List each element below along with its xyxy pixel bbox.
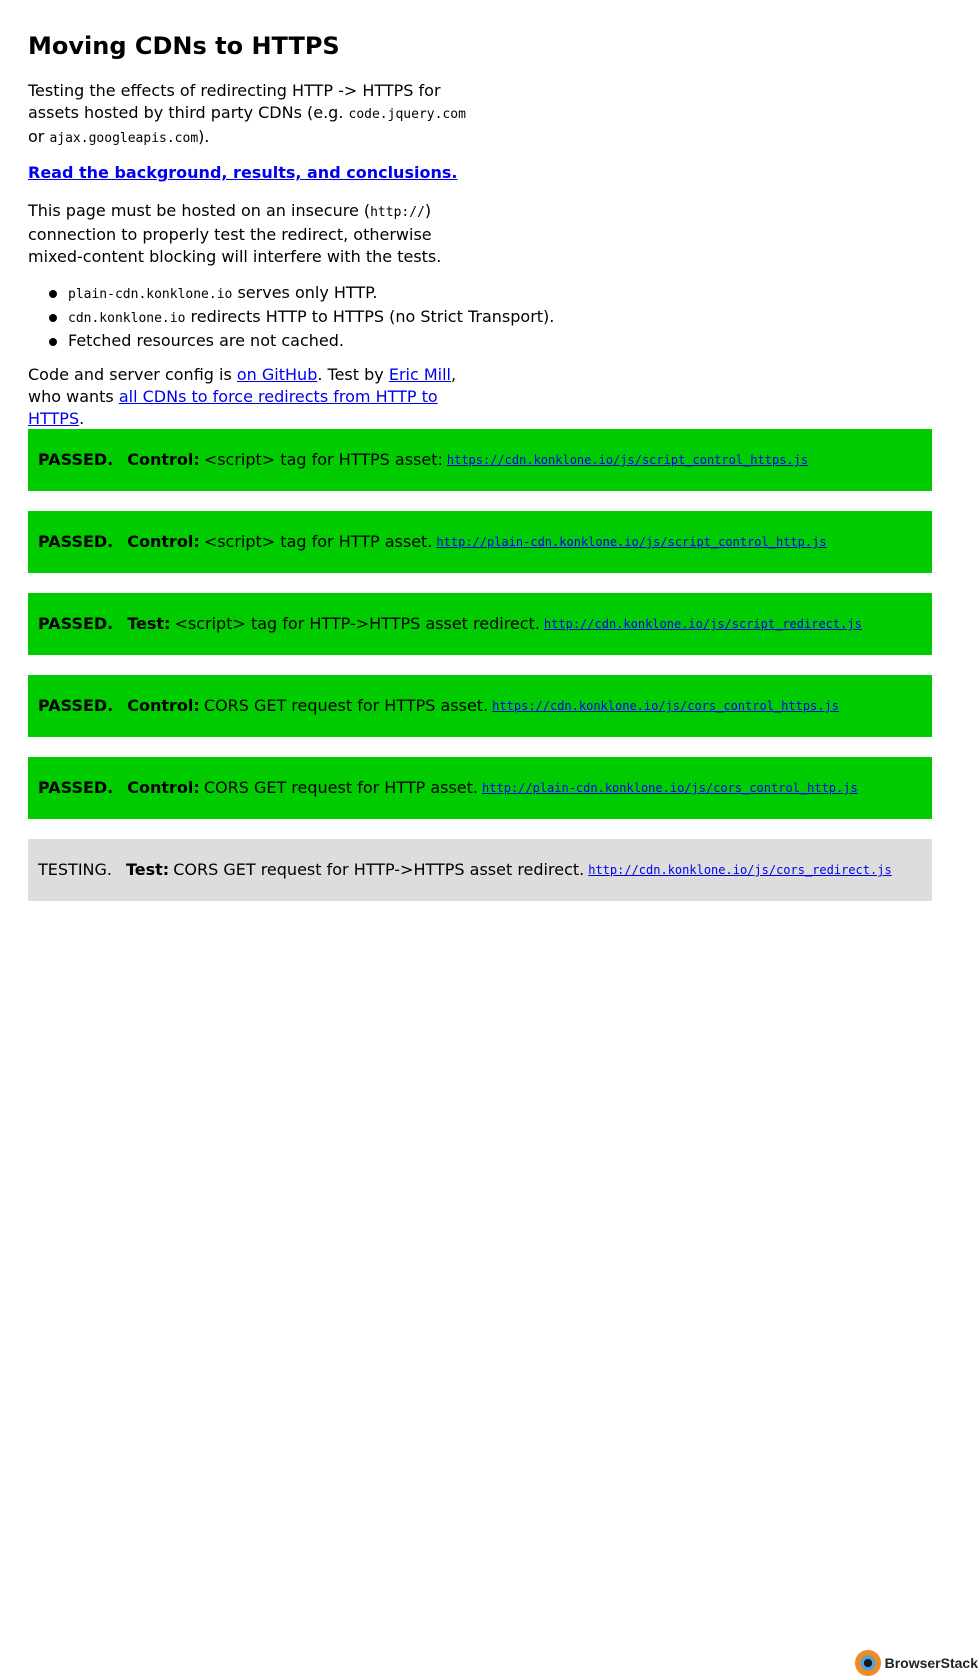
list-item: plain-cdn.konklone.io serves only HTTP. <box>49 282 768 306</box>
intro-paragraph: Testing the effects of redirecting HTTP … <box>28 80 468 150</box>
background-paragraph: Read the background, results, and conclu… <box>28 162 468 184</box>
cdn-hostname: cdn.konklone.io <box>68 311 186 326</box>
cdn-example-googleapis: ajax.googleapis.com <box>49 131 199 146</box>
credits-text: . <box>79 409 85 428</box>
hosting-note: This page must be hosted on an insecure … <box>28 200 468 268</box>
browserstack-badge: BrowserStack <box>854 1650 978 1676</box>
status-label: TESTING. <box>38 860 112 879</box>
github-link[interactable]: on GitHub <box>237 365 317 384</box>
test-result-row: PASSED. Control: <script> tag for HTTPS … <box>28 429 932 491</box>
test-kind: Control: <box>127 450 200 469</box>
test-description: <script> tag for HTTP asset. <box>203 532 433 551</box>
browserstack-logo-icon <box>854 1650 881 1676</box>
test-kind: Test: <box>127 614 171 633</box>
test-description: <script> tag for HTTPS asset: <box>203 450 443 469</box>
intro-text: or <box>28 127 50 146</box>
asset-url-link[interactable]: http://cdn.konklone.io/js/script_redirec… <box>544 613 862 635</box>
test-kind: Control: <box>127 532 200 551</box>
status-label: PASSED. <box>38 696 114 715</box>
test-kind: Control: <box>127 778 200 797</box>
asset-url-link[interactable]: http://plain-cdn.konklone.io/js/script_c… <box>436 531 826 553</box>
status-label: PASSED. <box>38 778 114 797</box>
test-result-row: PASSED. Test: <script> tag for HTTP->HTT… <box>28 593 932 655</box>
background-link[interactable]: Read the background, results, and conclu… <box>28 163 457 182</box>
browserstack-brand-text: BrowserStack <box>884 1655 978 1671</box>
asset-url-link[interactable]: https://cdn.konklone.io/js/cors_control_… <box>492 695 839 717</box>
list-item: cdn.konklone.io redirects HTTP to HTTPS … <box>49 306 768 330</box>
page-title: Moving CDNs to HTTPS <box>28 32 340 60</box>
test-result-row: PASSED. Control: CORS GET request for HT… <box>28 675 932 737</box>
author-link[interactable]: Eric Mill <box>389 365 451 384</box>
status-label: PASSED. <box>38 614 114 633</box>
list-item: Fetched resources are not cached. <box>49 330 768 352</box>
test-kind: Control: <box>127 696 200 715</box>
hosting-note-text: This page must be hosted on an insecure … <box>28 201 371 220</box>
test-description: CORS GET request for HTTPS asset. <box>203 696 489 715</box>
test-description: CORS GET request for HTTP->HTTPS asset r… <box>173 860 585 879</box>
list-item-text: serves only HTTP. <box>232 283 378 302</box>
list-item-text: Fetched resources are not cached. <box>68 331 344 350</box>
credits-text: Code and server config is <box>28 365 237 384</box>
status-label: PASSED. <box>38 532 114 551</box>
asset-url-link[interactable]: https://cdn.konklone.io/js/script_contro… <box>447 449 808 471</box>
test-result-row: PASSED. Control: <script> tag for HTTP a… <box>28 511 932 573</box>
test-results: PASSED. Control: <script> tag for HTTPS … <box>28 429 932 921</box>
cdn-list: plain-cdn.konklone.io serves only HTTP. … <box>28 282 768 352</box>
cdn-hostname: plain-cdn.konklone.io <box>68 287 233 302</box>
credits-paragraph: Code and server config is on GitHub. Tes… <box>28 364 468 430</box>
status-label: PASSED. <box>38 450 114 469</box>
cdn-example-jquery: code.jquery.com <box>348 107 466 122</box>
asset-url-link[interactable]: http://plain-cdn.konklone.io/js/cors_con… <box>482 777 858 799</box>
intro-text: ). <box>198 127 210 146</box>
http-scheme-code: http:// <box>370 205 425 220</box>
test-result-row: PASSED. Control: CORS GET request for HT… <box>28 757 932 819</box>
asset-url-link[interactable]: http://cdn.konklone.io/js/cors_redirect.… <box>588 859 891 881</box>
test-result-row: TESTING. Test: CORS GET request for HTTP… <box>28 839 932 901</box>
test-description: <script> tag for HTTP->HTTPS asset redir… <box>174 614 540 633</box>
test-kind: Test: <box>125 860 170 879</box>
test-description: CORS GET request for HTTP asset. <box>203 778 479 797</box>
list-item-text: redirects HTTP to HTTPS (no Strict Trans… <box>185 307 555 326</box>
credits-text: . Test by <box>317 365 389 384</box>
